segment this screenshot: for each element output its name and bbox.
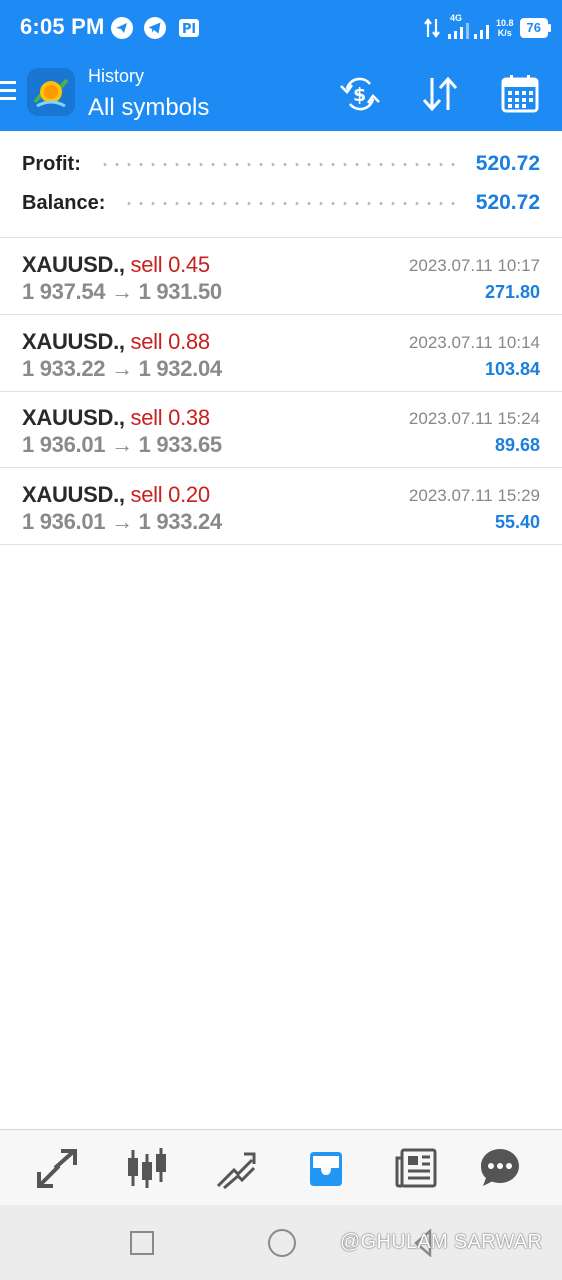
trade-date: 2023.07.11 10:17: [408, 256, 540, 275]
page-title[interactable]: All symbols: [88, 94, 209, 122]
trade-icon[interactable]: [214, 1146, 258, 1190]
trade-profit: 271.80: [484, 282, 540, 302]
calendar-icon[interactable]: [498, 74, 542, 114]
profit-value: 520.72: [475, 152, 540, 175]
menu-icon[interactable]: [0, 81, 16, 101]
trade-profit: 103.84: [484, 359, 540, 379]
quotes-icon[interactable]: [35, 1146, 79, 1190]
battery-indicator: 76: [519, 18, 552, 38]
net-rate-value: 10.8: [496, 18, 514, 28]
telegram-icon: [144, 17, 166, 39]
trade-symbol: XAUUSD., sell 0.88: [22, 329, 210, 355]
close-price: 1 931.50: [138, 279, 223, 304]
net-rate-unit: K/s: [497, 28, 512, 38]
dotted-leader: [123, 201, 458, 205]
trade-prices: 1 937.54 → 1 931.50: [22, 279, 222, 305]
trade-side: sell 0.20: [130, 482, 211, 507]
status-time: 6:05 PM: [20, 14, 105, 39]
status-bar: 6:05 PM Pl 4G 10.8 K/s 76: [0, 0, 562, 56]
telegram-x-icon: [111, 17, 133, 39]
symbol-name: XAUUSD.,: [22, 405, 125, 430]
trade-symbol: XAUUSD., sell 0.45: [22, 252, 210, 278]
profit-row: Profit: 520.72: [22, 149, 540, 179]
sort-icon[interactable]: [418, 74, 462, 114]
app-logo: [27, 68, 75, 116]
trade-symbol: XAUUSD., sell 0.38: [22, 405, 210, 431]
trade-prices: 1 936.01 → 1 933.65: [22, 432, 222, 458]
profit-label: Profit:: [22, 152, 81, 175]
status-right: 4G 10.8 K/s 76: [424, 13, 552, 42]
home-button[interactable]: [268, 1229, 296, 1257]
trade-date: 2023.07.11 15:29: [408, 486, 540, 505]
bottom-navigation: [0, 1129, 562, 1206]
trade-side: sell 0.45: [130, 252, 211, 277]
data-transfer-icon: [424, 18, 440, 38]
app-bar-subtitle: History: [88, 66, 145, 86]
trade-side: sell 0.38: [130, 405, 211, 430]
open-price: 1 937.54: [22, 279, 106, 304]
currency-exchange-icon[interactable]: $: [338, 74, 382, 114]
svg-text:Pl: Pl: [182, 22, 196, 37]
signal-4g-icon: 4G: [446, 13, 490, 40]
chart-icon[interactable]: [125, 1146, 169, 1190]
symbol-name: XAUUSD.,: [22, 482, 125, 507]
open-price: 1 933.22: [22, 356, 106, 381]
trade-row[interactable]: XAUUSD., sell 0.38 1 936.01 → 1 933.65 2…: [0, 391, 562, 468]
arrow-right-icon: →: [111, 509, 133, 534]
trade-side: sell 0.88: [130, 329, 211, 354]
app-bar: History All symbols $: [0, 56, 562, 131]
network-rate: 10.8 K/s: [496, 18, 514, 38]
trade-date: 2023.07.11 15:24: [408, 409, 540, 428]
trade-symbol: XAUUSD., sell 0.20: [22, 482, 210, 508]
close-price: 1 933.65: [138, 432, 223, 457]
news-icon[interactable]: [394, 1146, 438, 1190]
balance-row: Balance: 520.72: [22, 188, 540, 218]
arrow-right-icon: →: [111, 432, 133, 457]
symbol-name: XAUUSD.,: [22, 329, 125, 354]
symbol-name: XAUUSD.,: [22, 252, 125, 277]
close-price: 1 932.04: [138, 356, 223, 381]
system-navigation-bar: @GHULAM SARWAR: [0, 1205, 562, 1280]
watermark: @GHULAM SARWAR: [340, 1231, 543, 1253]
trade-row[interactable]: XAUUSD., sell 0.45 1 937.54 → 1 931.50 2…: [0, 238, 562, 315]
recent-apps-button[interactable]: [130, 1231, 154, 1255]
trade-profit: 89.68: [494, 435, 540, 455]
history-summary: Profit: 520.72 Balance: 520.72: [0, 131, 562, 238]
trade-date: 2023.07.11 10:14: [408, 333, 540, 352]
open-price: 1 936.01: [22, 432, 106, 457]
trade-row[interactable]: XAUUSD., sell 0.20 1 936.01 → 1 933.24 2…: [0, 468, 562, 545]
trade-prices: 1 933.22 → 1 932.04: [22, 356, 222, 382]
history-icon[interactable]: [304, 1146, 348, 1190]
open-price: 1 936.01: [22, 509, 106, 534]
dotted-leader: [98, 162, 458, 166]
trade-prices: 1 936.01 → 1 933.24: [22, 509, 222, 535]
parking-app-icon: Pl: [179, 19, 199, 37]
chat-icon[interactable]: [478, 1146, 522, 1190]
arrow-right-icon: →: [111, 279, 133, 304]
balance-value: 520.72: [475, 191, 540, 214]
trade-row[interactable]: XAUUSD., sell 0.88 1 933.22 → 1 932.04 2…: [0, 315, 562, 392]
svg-text:$: $: [353, 84, 366, 106]
close-price: 1 933.24: [138, 509, 223, 534]
arrow-right-icon: →: [111, 356, 133, 381]
balance-label: Balance:: [22, 191, 106, 214]
trade-profit: 55.40: [494, 512, 540, 532]
